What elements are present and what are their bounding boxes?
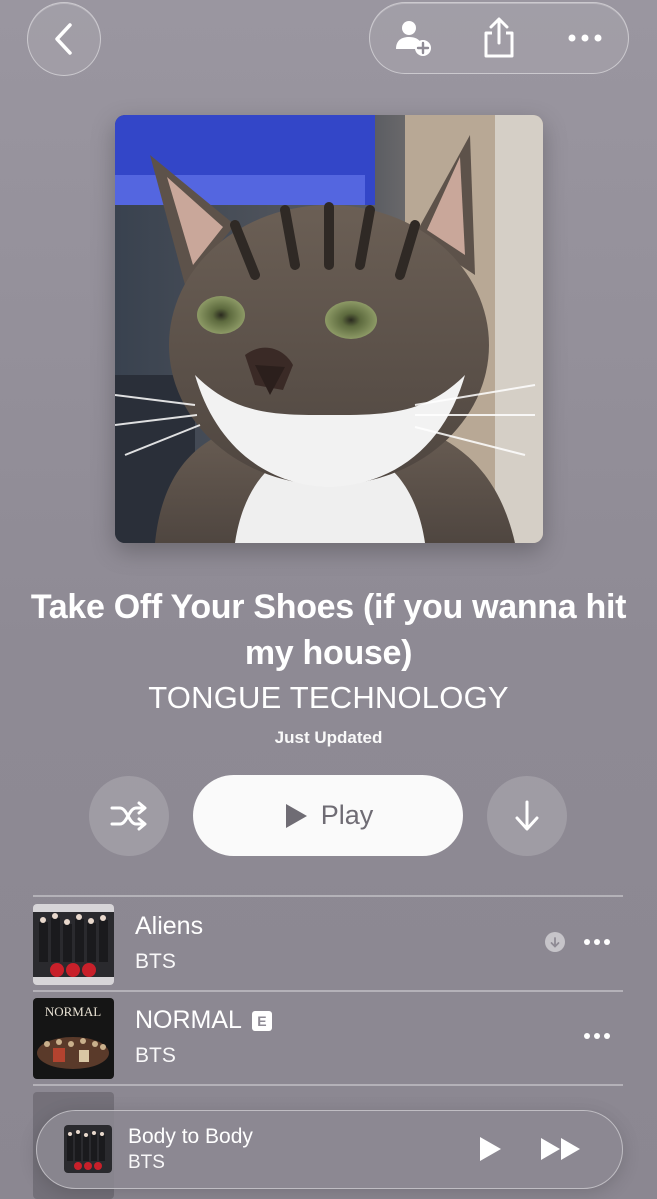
download-arrow-icon — [550, 937, 560, 948]
explicit-badge: E — [251, 1010, 272, 1031]
add-collaborator-button[interactable] — [385, 10, 441, 66]
track-artist: BTS — [135, 1044, 176, 1067]
playlist-title: Take Off Your Shoes (if you wanna hit my… — [30, 588, 627, 672]
list-divider — [33, 990, 623, 992]
back-button[interactable] — [27, 2, 101, 76]
playlist-curator[interactable]: TONGUE TECHNOLOGY — [0, 680, 657, 716]
list-divider — [33, 895, 623, 897]
play-icon — [285, 803, 307, 828]
more-options-button[interactable] — [557, 10, 613, 66]
play-button[interactable]: Play — [193, 775, 463, 856]
track-artwork: NORMAL — [33, 998, 114, 1079]
more-icon — [584, 1033, 610, 1039]
top-actions-group — [369, 2, 629, 74]
mini-player[interactable]: Body to Body BTS — [36, 1110, 623, 1189]
fast-forward-icon — [541, 1138, 580, 1160]
more-icon — [584, 939, 610, 945]
skip-forward-button[interactable] — [537, 1131, 585, 1167]
shuffle-icon — [110, 801, 147, 831]
track-artist: BTS — [135, 950, 176, 973]
add-person-icon — [396, 21, 431, 56]
mini-play-button[interactable] — [473, 1131, 507, 1167]
now-playing-title: Body to Body — [128, 1125, 253, 1148]
more-icon — [568, 34, 602, 42]
track-title: NORMAL E — [135, 1006, 272, 1035]
shuffle-button[interactable] — [89, 776, 169, 856]
track-row[interactable]: Aliens BTS — [33, 900, 623, 992]
track-title: Aliens — [135, 912, 204, 940]
cover-text: NORMAL — [45, 1004, 101, 1019]
downloaded-indicator — [545, 932, 565, 952]
list-divider — [33, 1084, 623, 1086]
download-button[interactable] — [487, 776, 567, 856]
update-status: Just Updated — [274, 728, 383, 747]
playlist-artwork — [115, 115, 543, 543]
download-arrow-icon — [515, 800, 539, 831]
track-artwork — [33, 904, 114, 985]
track-more-button[interactable] — [579, 930, 615, 954]
track-more-button[interactable] — [579, 1024, 615, 1048]
play-button-label: Play — [320, 800, 374, 830]
now-playing-artist: BTS — [128, 1152, 165, 1173]
share-button[interactable] — [471, 10, 527, 66]
now-playing-artwork — [64, 1125, 112, 1173]
track-row[interactable]: NORMAL NORMAL E BTS — [33, 994, 623, 1086]
cat-photo — [115, 115, 543, 543]
play-icon — [480, 1137, 501, 1161]
share-icon — [484, 17, 514, 58]
chevron-left-icon — [55, 23, 72, 55]
